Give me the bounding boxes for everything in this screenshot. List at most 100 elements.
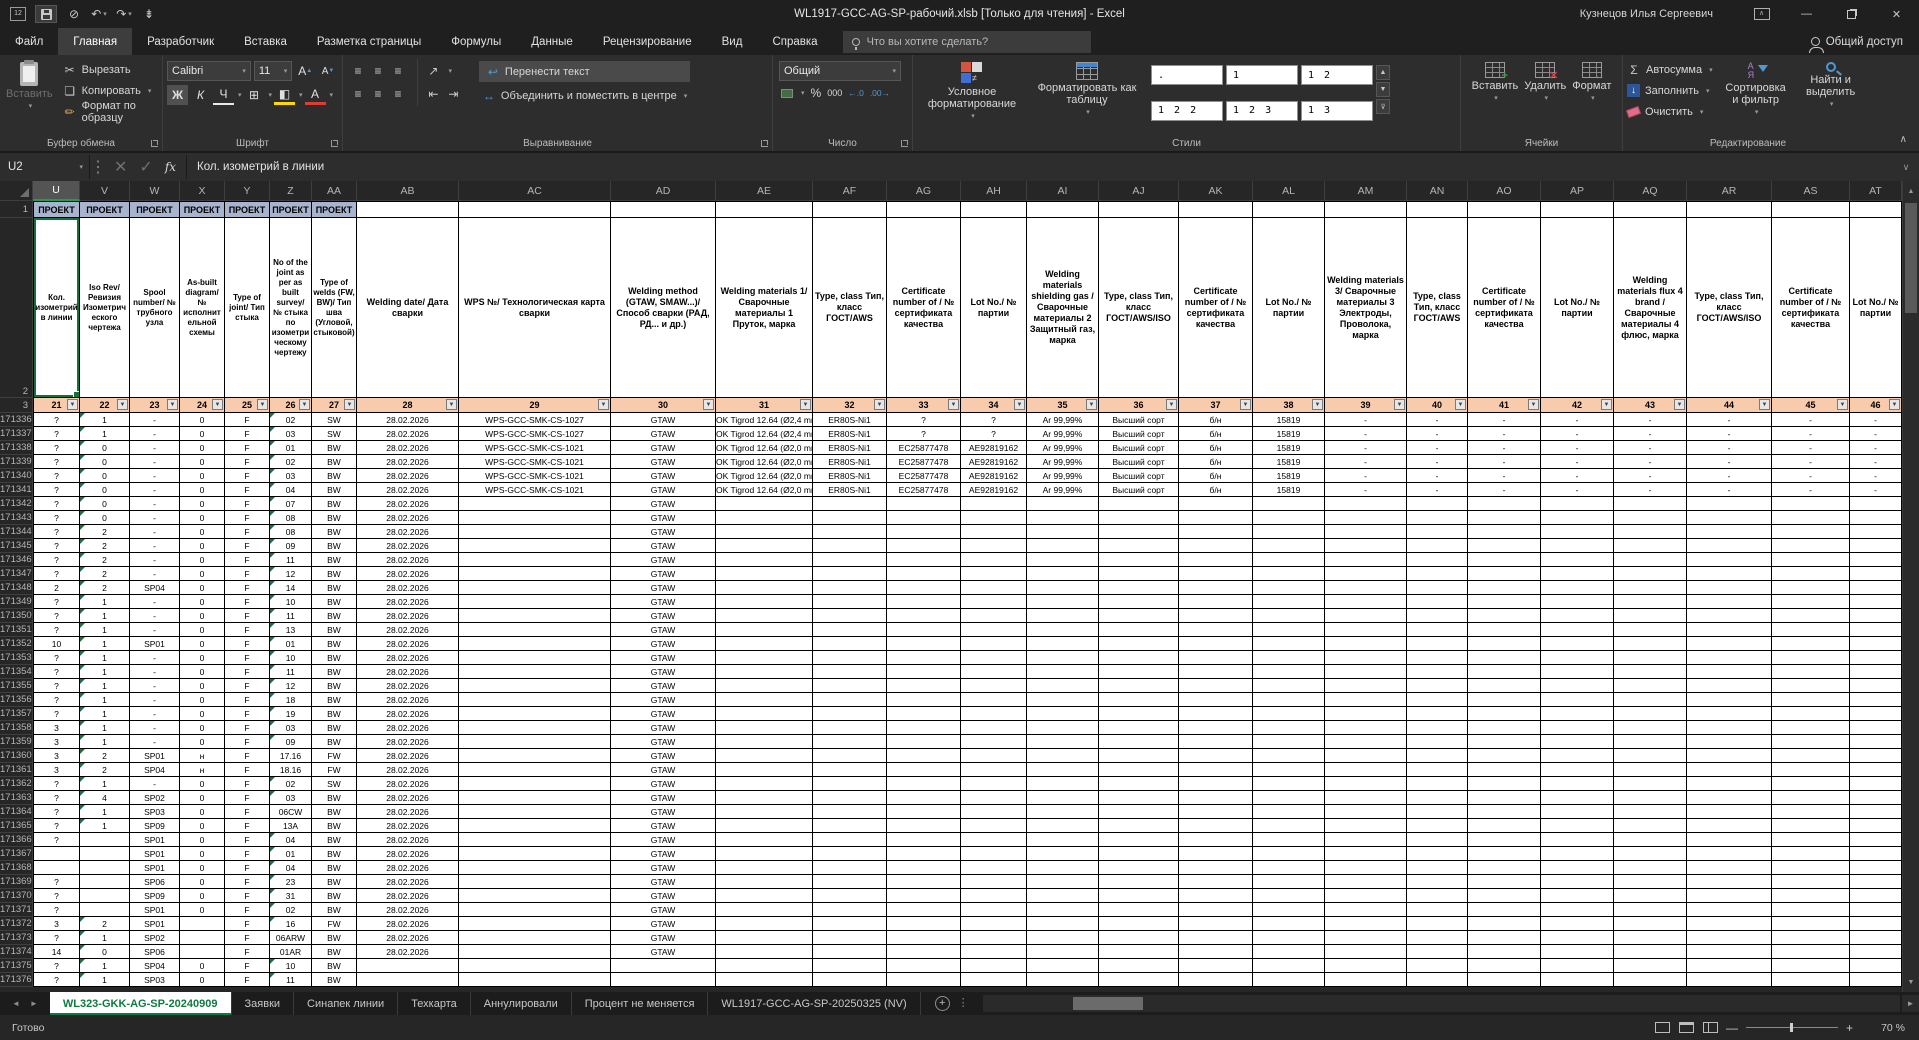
- cell-AT-171368[interactable]: [1850, 861, 1902, 875]
- cell-style-2[interactable]: 1: [1226, 65, 1298, 85]
- cell-AC-171360[interactable]: [459, 749, 611, 763]
- row-header-171346[interactable]: 171346: [0, 553, 33, 567]
- cell-AS-171343[interactable]: [1772, 511, 1850, 525]
- cell-U-171355[interactable]: ?: [33, 679, 80, 693]
- cell-AH-171362[interactable]: [961, 777, 1027, 791]
- cell-AP-171351[interactable]: [1541, 623, 1614, 637]
- cell-AN-171375[interactable]: [1407, 959, 1468, 973]
- cell-AD-171358[interactable]: GTAW: [611, 721, 716, 735]
- cell-V-171358[interactable]: 1: [80, 721, 130, 735]
- cell-AH-171339[interactable]: AE92819162: [961, 455, 1027, 469]
- cell-W-171370[interactable]: SP09: [130, 889, 180, 903]
- cell-X-171371[interactable]: 0: [180, 903, 225, 917]
- cell-AC-171341[interactable]: WPS-GCC-SMK-CS-1021: [459, 483, 611, 497]
- cell-AI-171341[interactable]: Ar 99,99%: [1027, 483, 1099, 497]
- cell-AO-171348[interactable]: [1468, 581, 1541, 595]
- cell-AA-171365[interactable]: BW: [312, 819, 357, 833]
- cell-AF-171370[interactable]: [813, 889, 887, 903]
- cell-Y-171367[interactable]: F: [225, 847, 270, 861]
- cell-W-171359[interactable]: -: [130, 735, 180, 749]
- cell-Z-171354[interactable]: 11: [270, 665, 312, 679]
- cell-AL-171354[interactable]: [1253, 665, 1325, 679]
- cell-AN-171367[interactable]: [1407, 847, 1468, 861]
- underline-button[interactable]: Ч: [213, 85, 234, 105]
- cell-Z-171344[interactable]: 08: [270, 525, 312, 539]
- cell-AK-171341[interactable]: б/н: [1179, 483, 1253, 497]
- column-header-AJ[interactable]: Type, class Тип, класс ГОСТ/AWS/ISO: [1099, 218, 1179, 398]
- column-header-AR[interactable]: Type, class Тип, класс ГОСТ/AWS/ISO: [1687, 218, 1772, 398]
- cell-AL-171347[interactable]: [1253, 567, 1325, 581]
- cell-AR-171370[interactable]: [1687, 889, 1772, 903]
- cell-AM-171356[interactable]: [1325, 693, 1407, 707]
- project-cell-AC[interactable]: [459, 201, 611, 218]
- cell-AQ-171373[interactable]: [1614, 931, 1687, 945]
- cell-AQ-171339[interactable]: -: [1614, 455, 1687, 469]
- cell-AQ-171344[interactable]: [1614, 525, 1687, 539]
- column-header-AB[interactable]: Welding date/ Дата сварки: [357, 218, 459, 398]
- cell-Y-171351[interactable]: F: [225, 623, 270, 637]
- cell-AI-171347[interactable]: [1027, 567, 1099, 581]
- cell-AT-171359[interactable]: [1850, 735, 1902, 749]
- cell-AM-171354[interactable]: [1325, 665, 1407, 679]
- cell-AI-171368[interactable]: [1027, 861, 1099, 875]
- cell-AR-171372[interactable]: [1687, 917, 1772, 931]
- cell-W-171337[interactable]: -: [130, 427, 180, 441]
- cell-AT-171352[interactable]: [1850, 637, 1902, 651]
- cell-AA-171361[interactable]: FW: [312, 763, 357, 777]
- cell-AA-171354[interactable]: BW: [312, 665, 357, 679]
- column-letter-AH[interactable]: AH: [961, 181, 1027, 201]
- cell-AK-171338[interactable]: б/н: [1179, 441, 1253, 455]
- project-cell-AH[interactable]: [961, 201, 1027, 218]
- column-header-X[interactable]: As-built diagram/ № исполнительной схемы: [180, 218, 225, 398]
- cell-AG-171348[interactable]: [887, 581, 961, 595]
- filter-dropdown-button[interactable]: ▼: [1312, 399, 1323, 410]
- cell-X-171355[interactable]: 0: [180, 679, 225, 693]
- filter-cell-42[interactable]: 42▼: [1541, 398, 1614, 413]
- cell-V-171360[interactable]: 2: [80, 749, 130, 763]
- cell-Z-171341[interactable]: 04: [270, 483, 312, 497]
- gallery-up-button[interactable]: ▲: [1376, 65, 1390, 80]
- cell-Z-171345[interactable]: 09: [270, 539, 312, 553]
- cell-X-171376[interactable]: 0: [180, 973, 225, 987]
- row-header-171366[interactable]: 171366: [0, 833, 33, 847]
- cell-AC-171376[interactable]: [459, 973, 611, 987]
- cell-U-171346[interactable]: ?: [33, 553, 80, 567]
- cell-AK-171339[interactable]: б/н: [1179, 455, 1253, 469]
- cell-AJ-171338[interactable]: Высший сорт: [1099, 441, 1179, 455]
- cell-AQ-171359[interactable]: [1614, 735, 1687, 749]
- cell-AR-171360[interactable]: [1687, 749, 1772, 763]
- cell-AG-171338[interactable]: EC25877478: [887, 441, 961, 455]
- cell-AG-171374[interactable]: [887, 945, 961, 959]
- filter-dropdown-button[interactable]: ▼: [167, 399, 178, 410]
- cell-AF-171362[interactable]: [813, 777, 887, 791]
- cell-Z-171365[interactable]: 13A: [270, 819, 312, 833]
- filter-cell-23[interactable]: 23▼: [130, 398, 180, 413]
- cell-AA-171341[interactable]: BW: [312, 483, 357, 497]
- font-dialog-launcher[interactable]: [331, 140, 338, 147]
- cell-X-171351[interactable]: 0: [180, 623, 225, 637]
- cell-AH-171363[interactable]: [961, 791, 1027, 805]
- cell-W-171349[interactable]: -: [130, 595, 180, 609]
- cell-AA-171343[interactable]: BW: [312, 511, 357, 525]
- cell-AK-171347[interactable]: [1179, 567, 1253, 581]
- collapse-ribbon-button[interactable]: ∧: [1900, 134, 1907, 145]
- cell-AM-171340[interactable]: -: [1325, 469, 1407, 483]
- filter-cell-27[interactable]: 27▼: [312, 398, 357, 413]
- cell-AE-171360[interactable]: [716, 749, 813, 763]
- cell-AH-171343[interactable]: [961, 511, 1027, 525]
- ribbon-tab-Разработчик[interactable]: Разработчик: [132, 28, 229, 55]
- cell-Z-171358[interactable]: 03: [270, 721, 312, 735]
- cell-AE-171349[interactable]: [716, 595, 813, 609]
- cell-AL-171375[interactable]: [1253, 959, 1325, 973]
- filter-cell-41[interactable]: 41▼: [1468, 398, 1541, 413]
- cell-AQ-171368[interactable]: [1614, 861, 1687, 875]
- fill-button[interactable]: ↓Заполнить▾: [1623, 80, 1717, 101]
- cell-AR-171371[interactable]: [1687, 903, 1772, 917]
- cell-AC-171373[interactable]: [459, 931, 611, 945]
- cell-AF-171342[interactable]: [813, 497, 887, 511]
- sort-filter-button[interactable]: АЯ Сортировка и фильтр ▾: [1717, 59, 1795, 133]
- conditional-formatting-button[interactable]: ≠ Условное форматирование ▾: [913, 59, 1031, 133]
- ribbon-tab-Рецензирование[interactable]: Рецензирование: [588, 28, 707, 55]
- tell-me-search[interactable]: Что вы хотите сделать?: [843, 31, 1091, 53]
- cell-AR-171376[interactable]: [1687, 973, 1772, 987]
